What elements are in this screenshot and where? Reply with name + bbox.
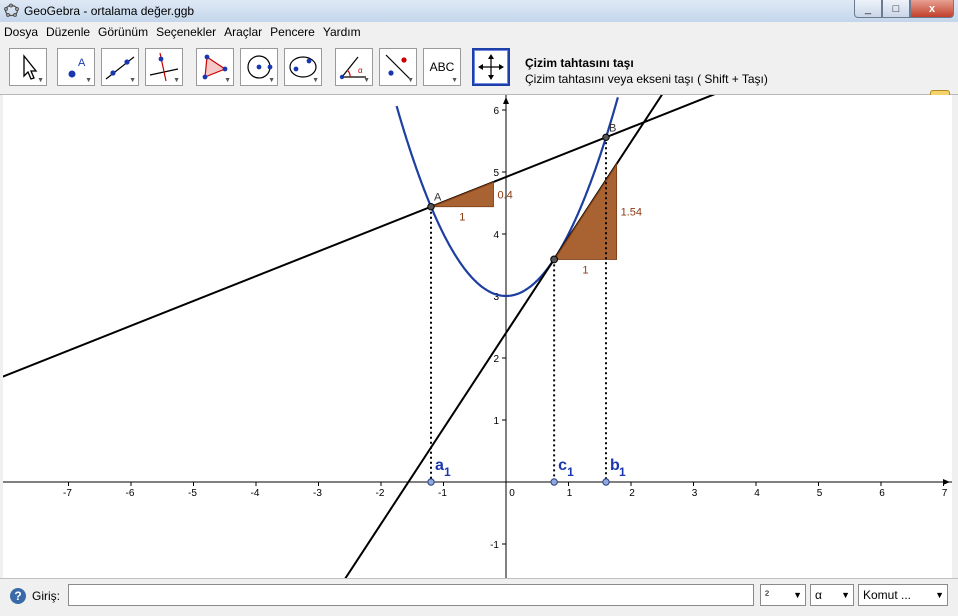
x-tick-label: 3	[692, 488, 698, 499]
active-tool-desc: Çizim tahtasını veya ekseni taşı ( Shift…	[525, 72, 768, 86]
foot-label-subscript: 1	[619, 465, 626, 479]
close-button[interactable]: x	[910, 0, 954, 18]
x-tick-label: 6	[879, 488, 885, 499]
x-tick-label: -7	[63, 488, 72, 499]
x-tick-label: 7	[942, 488, 948, 499]
graphics-view[interactable]: -7 -6 -5 -4 -3 -2 -1 0 1 2 3 4 5 6 7 -1 1 2 3 4 5 6 1 0.4 1 1.54 a…	[3, 95, 952, 578]
superscript-combo-value: ²	[765, 588, 769, 602]
menu-gorunum[interactable]: Görünüm	[94, 25, 152, 39]
menu-bar: Dosya Düzenle Görünüm Seçenekler Araçlar…	[0, 22, 958, 42]
tangent-point[interactable]	[550, 255, 559, 264]
x-tick-label: -2	[376, 488, 385, 499]
move-tool[interactable]: ▼	[9, 48, 47, 86]
point-A[interactable]	[427, 203, 435, 211]
text-tool[interactable]: ABC ▼	[423, 48, 461, 86]
active-tool-name: Çizim tahtasını taşı	[525, 56, 634, 70]
chevron-down-icon: ▼	[793, 590, 802, 600]
toolbar: ▼ A ▼ ▼ ▼ ▼ ▼ ▼ α ▼ ▼ ABC ▼	[0, 42, 958, 133]
foot-point[interactable]	[602, 478, 610, 486]
chevron-down-icon: ▼	[935, 590, 944, 600]
move-graphics-tool[interactable]	[472, 48, 510, 86]
tool-description: Çizim tahtasını taşı Çizim tahtasını vey…	[525, 56, 768, 86]
conic-tool[interactable]: ▼	[284, 48, 322, 86]
window-title: GeoGebra - ortalama değer.ggb	[24, 4, 195, 18]
secant-line[interactable]	[3, 95, 952, 380]
foot-label: c	[558, 457, 567, 474]
input-field[interactable]	[68, 584, 754, 606]
y-tick-label: 1	[493, 416, 499, 427]
point-tool[interactable]: A ▼	[57, 48, 95, 86]
angle-tool[interactable]: α ▼	[335, 48, 373, 86]
slope-triangle[interactable]	[553, 162, 618, 260]
y-tick-label: -1	[490, 540, 499, 551]
slope-run-label: 1	[459, 212, 465, 224]
point-B[interactable]	[602, 133, 610, 141]
input-label: Giriş:	[32, 589, 60, 603]
chevron-down-icon: ▼	[841, 590, 850, 600]
x-tick-label: 1	[567, 488, 573, 499]
svg-text:α: α	[358, 66, 363, 75]
menu-yardim[interactable]: Yardım	[319, 25, 365, 39]
greek-letter-combo-value: α	[815, 588, 822, 602]
polygon-tool[interactable]: ▼	[196, 48, 234, 86]
slope-rise-label: 0.4	[498, 189, 513, 201]
y-axis-arrow	[503, 97, 509, 104]
slope-run-label: 1	[582, 264, 588, 276]
move-view-icon	[478, 54, 504, 80]
x-tick-label: -3	[313, 488, 322, 499]
y-tick-label: 2	[493, 354, 499, 365]
help-icon[interactable]: ?	[10, 588, 26, 604]
window-titlebar: GeoGebra - ortalama değer.ggb _ □ x	[0, 0, 958, 23]
x-tick-label: -4	[251, 488, 260, 499]
x-tick-label: 0	[509, 488, 515, 499]
menu-dosya[interactable]: Dosya	[0, 25, 42, 39]
command-combo[interactable]: Komut ... ▼	[858, 584, 948, 606]
y-tick-label: 6	[493, 106, 499, 117]
x-tick-label: 5	[817, 488, 823, 499]
slope-rise-label: 1.54	[621, 207, 642, 219]
point-label: B	[609, 122, 616, 134]
command-combo-value: Komut ...	[863, 588, 912, 602]
foot-label-subscript: 1	[444, 465, 451, 479]
x-tick-label: -6	[126, 488, 135, 499]
reflect-tool[interactable]: ▼	[379, 48, 417, 86]
x-tick-label: 2	[629, 488, 635, 499]
geogebra-logo-icon	[4, 3, 19, 17]
x-tick-label: 4	[754, 488, 760, 499]
greek-letter-combo[interactable]: α ▼	[810, 584, 854, 606]
minimize-button[interactable]: _	[854, 0, 882, 18]
foot-label: a	[435, 457, 444, 474]
y-tick-label: 4	[493, 230, 499, 241]
menu-araclar[interactable]: Araçlar	[220, 25, 266, 39]
x-tick-label: -1	[438, 488, 447, 499]
y-tick-label: 5	[493, 168, 499, 179]
maximize-button[interactable]: □	[882, 0, 910, 18]
svg-text:A: A	[78, 57, 86, 69]
perpendicular-tool[interactable]: ▼	[145, 48, 183, 86]
menu-secenekler[interactable]: Seçenekler	[152, 25, 220, 39]
foot-point[interactable]	[550, 478, 558, 486]
menu-pencere[interactable]: Pencere	[266, 25, 319, 39]
x-axis-arrow	[943, 479, 950, 485]
window-controls: _ □ x	[854, 0, 954, 18]
point-label: A	[434, 192, 442, 204]
circle-tool[interactable]: ▼	[240, 48, 278, 86]
foot-point[interactable]	[427, 478, 435, 486]
foot-label-subscript: 1	[567, 465, 574, 479]
line-tool[interactable]: ▼	[101, 48, 139, 86]
x-tick-label: -5	[188, 488, 197, 499]
graphics-canvas[interactable]: -7 -6 -5 -4 -3 -2 -1 0 1 2 3 4 5 6 7-112345610.411.54a…	[3, 95, 952, 578]
input-bar: ? Giriş: ² ▼ α ▼ Komut ... ▼	[0, 578, 958, 616]
menu-duzenle[interactable]: Düzenle	[42, 25, 94, 39]
superscript-combo[interactable]: ² ▼	[760, 584, 806, 606]
